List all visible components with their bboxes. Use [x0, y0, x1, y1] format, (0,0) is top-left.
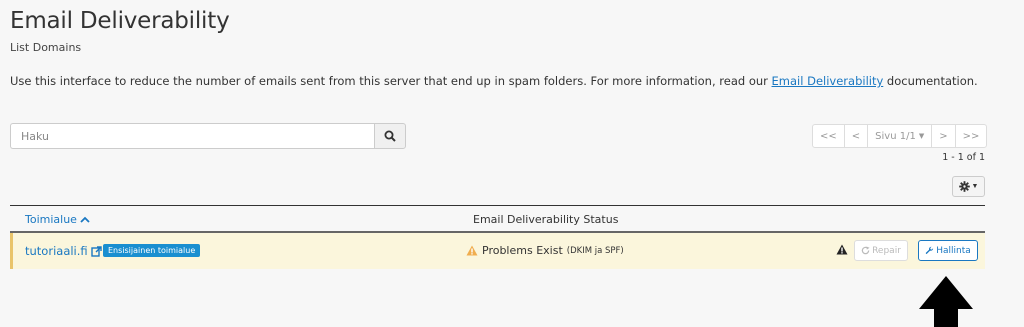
gear-icon [958, 181, 970, 192]
intro-text-after: documentation. [883, 74, 978, 88]
domains-table: Toimialue Email Deliverability Status tu… [10, 205, 985, 269]
sort-domain-header[interactable]: Toimialue [25, 213, 90, 226]
results-range: 1 - 1 of 1 [942, 152, 985, 163]
column-domain-label: Toimialue [25, 213, 77, 226]
wrench-icon [926, 246, 934, 254]
page-label: Sivu 1/1 [875, 130, 916, 142]
last-page-button[interactable]: >> [954, 124, 988, 148]
refresh-icon [861, 246, 870, 255]
column-status-label: Email Deliverability Status [473, 213, 619, 226]
domain-name: tutoriaali.fi [25, 244, 88, 258]
page-subtitle: List Domains [10, 41, 82, 54]
search-group [10, 123, 406, 149]
manage-button[interactable]: Hallinta [918, 240, 978, 261]
repair-button[interactable]: Repair [854, 240, 908, 261]
deliverability-status: Problems Exist (DKIM ja SPF) [466, 244, 624, 257]
page-title: Email Deliverability [10, 8, 230, 34]
intro-text: Use this interface to reduce the number … [10, 74, 978, 88]
prev-page-button[interactable]: < [843, 124, 869, 148]
alert-icon [836, 244, 848, 255]
first-page-button[interactable]: << [812, 124, 845, 148]
intro-text-before: Use this interface to reduce the number … [10, 74, 772, 88]
caret-down-icon: ▼ [918, 132, 925, 140]
table-row: tutoriaali.fi Ensisijainen toimialue Pro… [10, 233, 985, 269]
status-text: Problems Exist [482, 244, 563, 257]
settings-button[interactable]: ▼ [952, 176, 985, 197]
primary-domain-badge: Ensisijainen toimialue [103, 244, 201, 257]
domain-link[interactable]: tutoriaali.fi [25, 244, 102, 258]
warning-icon [466, 245, 478, 256]
table-header: Toimialue Email Deliverability Status [10, 205, 985, 233]
external-link-icon [90, 245, 102, 257]
search-input[interactable] [10, 123, 374, 149]
caret-down-icon: ▼ [971, 183, 979, 190]
page-select[interactable]: Sivu 1/1 ▼ [867, 124, 933, 148]
documentation-link[interactable]: Email Deliverability [772, 74, 884, 88]
next-page-button[interactable]: > [931, 124, 956, 148]
search-button[interactable] [374, 123, 406, 149]
pagination: << < Sivu 1/1 ▼ > >> [812, 124, 988, 148]
manage-label: Hallinta [936, 245, 971, 256]
search-icon [384, 130, 396, 142]
arrow-up-annotation [919, 276, 973, 327]
status-detail: (DKIM ja SPF) [566, 245, 624, 256]
chevron-up-icon [80, 216, 90, 223]
repair-label: Repair [872, 245, 901, 256]
